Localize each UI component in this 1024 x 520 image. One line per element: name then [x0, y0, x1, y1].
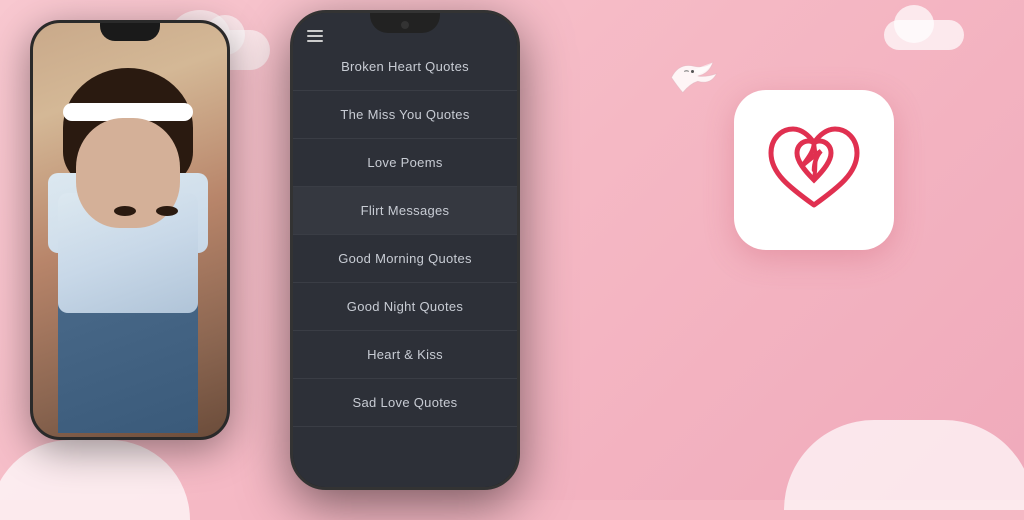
hamburger-line-2	[307, 35, 323, 37]
left-phone-screen	[33, 23, 227, 437]
menu-item-6[interactable]: Good Night Quotes	[293, 283, 517, 331]
menu-item-5[interactable]: Good Morning Quotes	[293, 235, 517, 283]
hamburger-menu-icon[interactable]	[307, 30, 323, 42]
left-phone	[30, 20, 230, 440]
menu-list: Broken Heart QuotesThe Miss You QuotesLo…	[293, 43, 517, 427]
hamburger-line-1	[307, 30, 323, 32]
left-phone-notch	[100, 23, 160, 41]
portrait-illustration	[58, 53, 208, 433]
heart-logo-icon	[759, 115, 869, 225]
menu-item-3[interactable]: Love Poems	[293, 139, 517, 187]
menu-item-4[interactable]: Flirt Messages	[293, 187, 517, 235]
app-icon-area	[734, 90, 894, 250]
menu-item-1[interactable]: Broken Heart Quotes	[293, 43, 517, 91]
dove-icon	[664, 55, 724, 100]
hamburger-line-3	[307, 40, 323, 42]
cloud-top-right	[884, 20, 964, 50]
app-icon-box	[734, 90, 894, 250]
phone-screen: Broken Heart QuotesThe Miss You QuotesLo…	[293, 13, 517, 487]
menu-item-7[interactable]: Heart & Kiss	[293, 331, 517, 379]
face	[76, 118, 180, 228]
menu-item-8[interactable]: Sad Love Quotes	[293, 379, 517, 427]
camera-dot	[401, 21, 409, 29]
menu-item-2[interactable]: The Miss You Quotes	[293, 91, 517, 139]
right-phone: Broken Heart QuotesThe Miss You QuotesLo…	[290, 10, 520, 490]
right-eye	[156, 206, 178, 216]
left-eye	[114, 206, 136, 216]
